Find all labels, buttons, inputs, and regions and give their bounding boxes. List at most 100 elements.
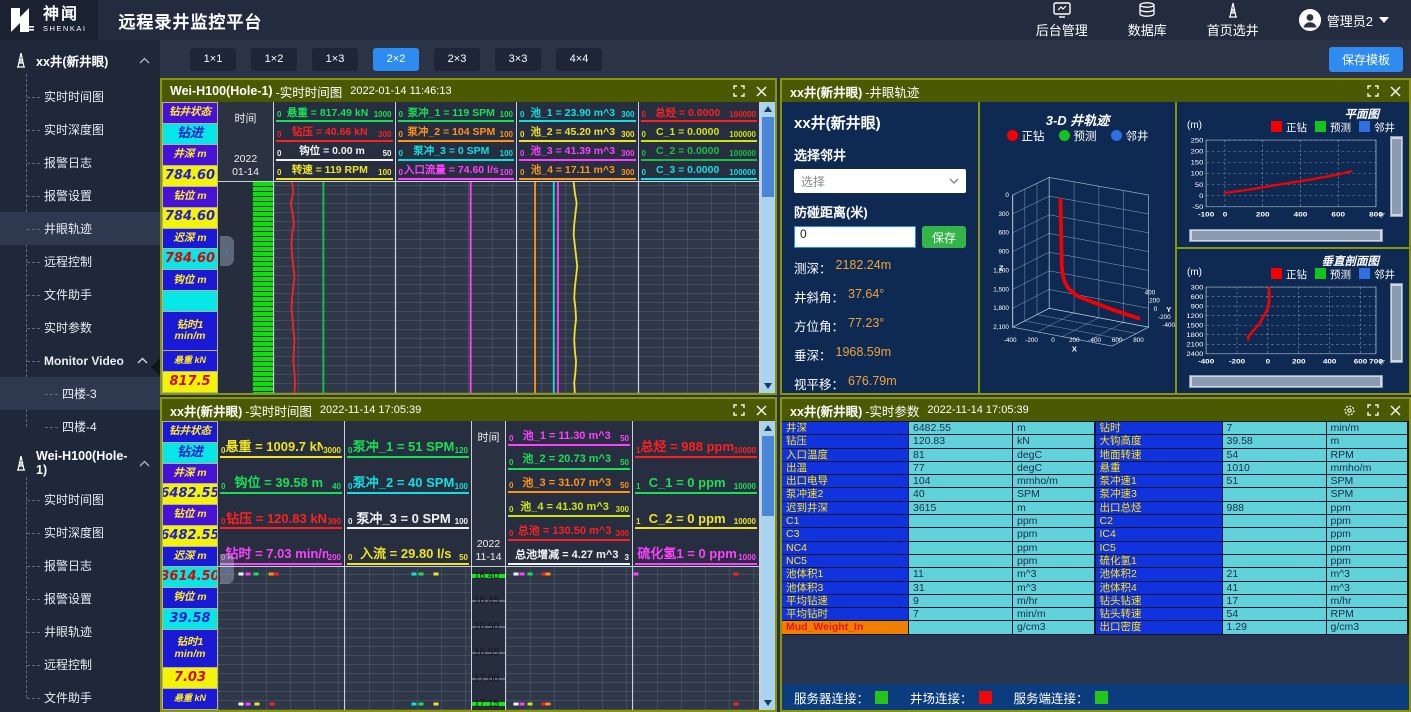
- anticollision-input[interactable]: 0: [794, 226, 916, 248]
- close-icon[interactable]: [756, 86, 767, 97]
- sidebar-item-0-7[interactable]: 实时参数: [0, 311, 160, 344]
- timechart-body: 钻井状态钻进井深 m6482.55钻位 m6482.55迟深 m3614.50钩…: [162, 421, 775, 710]
- status-cell: 3614.50: [163, 567, 217, 587]
- param-unit: min/m: [1013, 608, 1095, 621]
- sidebar-item-0-6[interactable]: 文件助手: [0, 278, 160, 311]
- trajectory-info: xx井(新井眼) 选择邻井 选择 防碰距离(米) 0 保存 测深：2182.24…: [782, 102, 978, 393]
- layout-button-2×3[interactable]: 2×3: [434, 48, 480, 71]
- curve-max: 300: [328, 518, 341, 526]
- curve-label: C_3 = 0.0000: [646, 164, 729, 177]
- legend-swatch: [1359, 268, 1370, 279]
- panel-title: xx井(新井眼): [790, 82, 862, 101]
- header-nav-derrick[interactable]: 首页选井: [1207, 2, 1259, 39]
- expand-icon[interactable]: [733, 404, 745, 416]
- svg-text:1,800: 1,800: [993, 305, 1009, 312]
- expand-icon[interactable]: [733, 85, 745, 97]
- vertical-scrollbar[interactable]: [760, 421, 775, 710]
- layout-button-2×2[interactable]: 2×2: [373, 48, 419, 71]
- shenkai-logo-icon: [8, 6, 36, 34]
- vertical-scrollbar[interactable]: [760, 102, 775, 393]
- sidebar-item-0-2[interactable]: 报警日志: [0, 146, 160, 179]
- layout-button-1×1[interactable]: 1×1: [190, 48, 236, 71]
- collapse-handle[interactable]: ‹: [220, 236, 234, 266]
- close-icon[interactable]: [1390, 86, 1401, 97]
- curve-label: 钻压 = 40.66 kN: [281, 126, 378, 139]
- close-icon: [756, 405, 767, 416]
- sidebar-item-0-5[interactable]: 远程控制: [0, 245, 160, 278]
- horizontal-scrollbar[interactable]: [1189, 375, 1383, 388]
- sidebar-item-0-3[interactable]: 报警设置: [0, 179, 160, 212]
- sidebar-item-0-9[interactable]: 四楼-3: [0, 377, 160, 410]
- panel-title-bar: xx井(新井眼) -实时参数 2022-11-14 17:05:39: [782, 399, 1409, 421]
- scrollbar-thumb[interactable]: [762, 117, 774, 197]
- legend-label: 正钻: [1286, 122, 1307, 134]
- panel-title-bar: xx井(新井眼) -实时时间图 2022-11-14 17:05:39: [162, 399, 775, 421]
- sidebar-group-1[interactable]: Wei-H100(Hole-1): [0, 443, 160, 483]
- sidebar-item-0-1[interactable]: 实时深度图: [0, 113, 160, 146]
- svg-text:300: 300: [1191, 283, 1204, 290]
- horizontal-scrollbar[interactable]: [1189, 229, 1383, 242]
- curve-label: 池_3 = 41.39 m^3: [524, 145, 621, 158]
- sidebar-item-1-5[interactable]: 远程控制: [0, 648, 160, 681]
- header-nav-database[interactable]: 数据库: [1128, 2, 1167, 39]
- sidebar-tree: 实时时间图实时深度图报警日志报警设置井眼轨迹远程控制文件助手: [0, 483, 160, 712]
- sidebar-item-0-8[interactable]: Monitor Video: [0, 344, 160, 377]
- save-template-button[interactable]: 保存模板: [1329, 47, 1403, 72]
- sidebar-item-1-6[interactable]: 文件助手: [0, 681, 160, 712]
- param-unit: min/m: [1327, 422, 1409, 435]
- sidebar-group-0[interactable]: xx井(新井眼): [0, 40, 160, 80]
- param-label: C3: [782, 528, 909, 541]
- sidebar-collapse-handle[interactable]: [151, 358, 160, 376]
- user-menu[interactable]: 管理员2: [1299, 9, 1389, 31]
- save-button[interactable]: 保存: [922, 226, 966, 248]
- data-dot: [734, 573, 739, 576]
- layout-button-3×3[interactable]: 3×3: [495, 48, 541, 71]
- status-cell: 迟深 m: [163, 229, 217, 249]
- time-column-body: [218, 182, 273, 393]
- sidebar-item-1-3[interactable]: 报警设置: [0, 582, 160, 615]
- scrollbar-thumb[interactable]: [1392, 139, 1401, 214]
- trajectory-stat: 视平移：676.79m: [794, 374, 966, 393]
- curve-max: 100: [455, 483, 468, 491]
- sidebar-item-1-1[interactable]: 实时深度图: [0, 516, 160, 549]
- sidebar-item-label: 报警日志: [44, 557, 92, 574]
- layout-button-4×4[interactable]: 4×4: [556, 48, 602, 71]
- scrollbar-thumb[interactable]: [1192, 377, 1380, 386]
- track-header: 1总烃 = 988 ppm100001C_1 = 0 ppm100001C_2 …: [633, 421, 759, 567]
- layout-button-1×2[interactable]: 1×2: [251, 48, 297, 71]
- sidebar-item-0-4[interactable]: 井眼轨迹: [0, 212, 160, 245]
- svg-text:0: 0: [1223, 210, 1228, 218]
- close-icon[interactable]: [756, 405, 767, 416]
- app-root: { "header":{ "logo_cn":"神闻","logo_en":"S…: [0, 0, 1411, 712]
- sidebar-item-1-0[interactable]: 实时时间图: [0, 483, 160, 516]
- svg-text:200: 200: [1292, 357, 1306, 365]
- close-icon[interactable]: [1390, 405, 1401, 416]
- param-unit: RPM: [1327, 449, 1409, 462]
- scrollbar-thumb[interactable]: [762, 436, 774, 516]
- scrollbar-thumb[interactable]: [1392, 286, 1401, 361]
- svg-text:-200: -200: [1158, 314, 1171, 321]
- legend-swatch: [1315, 121, 1326, 132]
- sidebar-item-0-10[interactable]: 四楼-4: [0, 410, 160, 443]
- vertical-scrollbar[interactable]: [1390, 136, 1403, 217]
- sidebar-item-1-4[interactable]: 井眼轨迹: [0, 615, 160, 648]
- expand-icon[interactable]: [1367, 404, 1379, 416]
- status-cell: 钻进: [163, 124, 217, 144]
- gear-icon[interactable]: [1343, 404, 1356, 417]
- stat-value: 1968.59m: [836, 345, 892, 364]
- sidebar-item-0-0[interactable]: 实时时间图: [0, 80, 160, 113]
- param-label: 出温: [782, 462, 909, 475]
- trajectory-stat: 垂深：1968.59m: [794, 345, 966, 364]
- sidebar-item-1-2[interactable]: 报警日志: [0, 549, 160, 582]
- expand-icon[interactable]: [1367, 85, 1379, 97]
- collapse-handle[interactable]: ‹: [220, 554, 234, 584]
- curve-legend-row: 0池_1 = 23.90 m^3300: [519, 103, 636, 122]
- status-cell: 784.60: [163, 208, 217, 228]
- header-nav-admin[interactable]: 后台管理: [1036, 2, 1088, 39]
- layout-button-1×3[interactable]: 1×3: [312, 48, 358, 71]
- vertical-scrollbar[interactable]: [1390, 283, 1403, 364]
- scrollbar-thumb[interactable]: [1192, 231, 1380, 240]
- legend-item: 正钻: [1271, 267, 1307, 282]
- param-value: [909, 528, 1013, 541]
- offset-well-select[interactable]: 选择: [794, 169, 966, 193]
